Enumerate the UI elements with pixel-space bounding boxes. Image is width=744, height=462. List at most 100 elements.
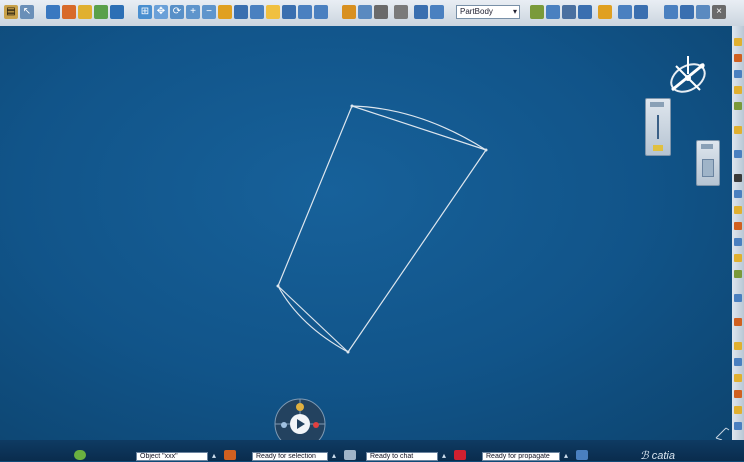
- left-edge: [277, 105, 353, 287]
- status-field-object[interactable]: Object "xxx": [136, 452, 208, 461]
- vertex: [276, 284, 280, 288]
- view-mode-icon[interactable]: [702, 159, 714, 177]
- share-icon: [313, 422, 319, 428]
- top-edge-straight: [351, 105, 487, 151]
- chevron-up-icon[interactable]: ▴: [442, 451, 446, 460]
- panel-header: [701, 144, 713, 149]
- select-icon[interactable]: ↖: [20, 5, 34, 19]
- swap-icon[interactable]: [282, 5, 296, 19]
- workbench-icon[interactable]: [414, 5, 428, 19]
- tool-icon[interactable]: [734, 70, 742, 78]
- shaft-icon[interactable]: [562, 5, 576, 19]
- constraint-icon[interactable]: [314, 5, 328, 19]
- top-toolbar: ▤ ↖ ⊞ ✥ ⟳ + − PartBody ▾ ×: [0, 0, 744, 27]
- compass-status-icon[interactable]: [74, 450, 86, 460]
- right-edge: [347, 149, 487, 353]
- status-field-propagate[interactable]: Ready for propagate: [482, 452, 560, 461]
- catia-logo-icon: ℬ: [640, 450, 649, 462]
- tool-icon[interactable]: [734, 374, 742, 382]
- workbench-tool-icon[interactable]: [734, 38, 742, 46]
- view-mode-panel[interactable]: [696, 140, 720, 186]
- pan-icon[interactable]: ✥: [154, 5, 168, 19]
- chevron-up-icon[interactable]: ▴: [332, 451, 336, 460]
- slider-track[interactable]: [657, 115, 659, 139]
- rotate-icon[interactable]: ⟳: [170, 5, 184, 19]
- geometry-icon[interactable]: [394, 5, 408, 19]
- tool-icon[interactable]: [734, 390, 742, 398]
- chat-status-icon[interactable]: [344, 450, 356, 460]
- compass-icon[interactable]: [662, 52, 714, 104]
- chamfer-icon[interactable]: [618, 5, 632, 19]
- tool-icon[interactable]: [734, 342, 742, 350]
- sketch-icon[interactable]: [62, 5, 76, 19]
- draft-icon[interactable]: [634, 5, 648, 19]
- normal-view-icon[interactable]: [218, 5, 232, 19]
- zoom-out-icon[interactable]: −: [202, 5, 216, 19]
- tool-icon[interactable]: [734, 358, 742, 366]
- tool-icon[interactable]: [734, 150, 742, 158]
- partbody-dropdown[interactable]: PartBody ▾: [456, 5, 520, 19]
- selection-icon[interactable]: [224, 450, 236, 460]
- slider-thumb-icon[interactable]: [653, 145, 663, 151]
- window-cascade-icon[interactable]: [664, 5, 678, 19]
- tool-icon[interactable]: [734, 318, 742, 326]
- network-status-icon[interactable]: [576, 450, 588, 460]
- chevron-up-icon[interactable]: ▴: [564, 451, 568, 460]
- fit-all-icon[interactable]: ⊞: [138, 5, 152, 19]
- tool-icon[interactable]: [734, 294, 742, 302]
- tool-icon[interactable]: [734, 254, 742, 262]
- tool-icon[interactable]: [734, 422, 742, 430]
- tool-icon[interactable]: [734, 102, 742, 110]
- snap-icon[interactable]: [46, 5, 60, 19]
- catalog-icon[interactable]: [374, 5, 388, 19]
- panel-header: [650, 102, 664, 107]
- tool-icon[interactable]: [734, 54, 742, 62]
- axis-triad-icon: [715, 427, 730, 440]
- groove-icon[interactable]: [578, 5, 592, 19]
- analysis-icon[interactable]: [94, 5, 108, 19]
- right-toolbar: [732, 26, 744, 440]
- vertex: [350, 104, 354, 108]
- chevron-up-icon[interactable]: ▴: [212, 451, 216, 460]
- status-field-chat[interactable]: Ready to chat: [366, 452, 438, 461]
- hide-show-icon[interactable]: [266, 5, 280, 19]
- tree-icon[interactable]: [358, 5, 372, 19]
- tool-icon[interactable]: [734, 86, 742, 94]
- window-tile-icon[interactable]: [680, 5, 694, 19]
- geometry-canvas: [276, 104, 730, 440]
- pocket-icon[interactable]: [546, 5, 560, 19]
- macro-icon[interactable]: [110, 5, 124, 19]
- render-style-icon[interactable]: [250, 5, 264, 19]
- grid-icon[interactable]: [696, 5, 710, 19]
- tool-icon[interactable]: [734, 174, 742, 182]
- fillet-icon[interactable]: [598, 5, 612, 19]
- measure-icon[interactable]: [78, 5, 92, 19]
- vertex: [346, 350, 350, 354]
- chat-icon: [281, 422, 287, 428]
- tool-icon[interactable]: [734, 126, 742, 134]
- quick-view-icon[interactable]: [234, 5, 248, 19]
- brand-text: catia: [651, 450, 675, 462]
- home-icon[interactable]: [430, 5, 444, 19]
- file-icon[interactable]: ▤: [4, 5, 18, 19]
- tool-icon[interactable]: [734, 206, 742, 214]
- 3d-viewport[interactable]: [0, 26, 732, 450]
- vertex: [484, 148, 488, 152]
- tool-icon[interactable]: [734, 190, 742, 198]
- tool-icon[interactable]: [734, 222, 742, 230]
- sketch-analysis-icon[interactable]: [298, 5, 312, 19]
- close-icon[interactable]: ×: [712, 5, 726, 19]
- tool-icon[interactable]: [734, 270, 742, 278]
- brand-logo: ℬ catia: [640, 449, 675, 462]
- tool-icon[interactable]: [734, 406, 742, 414]
- knowledge-icon[interactable]: [342, 5, 356, 19]
- propagate-status-icon[interactable]: [454, 450, 466, 460]
- zoom-in-icon[interactable]: +: [186, 5, 200, 19]
- partbody-dropdown-value: PartBody: [460, 7, 493, 16]
- pad-icon[interactable]: [530, 5, 544, 19]
- chevron-down-icon: ▾: [512, 7, 517, 16]
- tool-icon[interactable]: [734, 238, 742, 246]
- people-icon: [296, 403, 304, 411]
- view-scale-panel[interactable]: [645, 98, 671, 156]
- status-field-selection[interactable]: Ready for selection: [252, 452, 328, 461]
